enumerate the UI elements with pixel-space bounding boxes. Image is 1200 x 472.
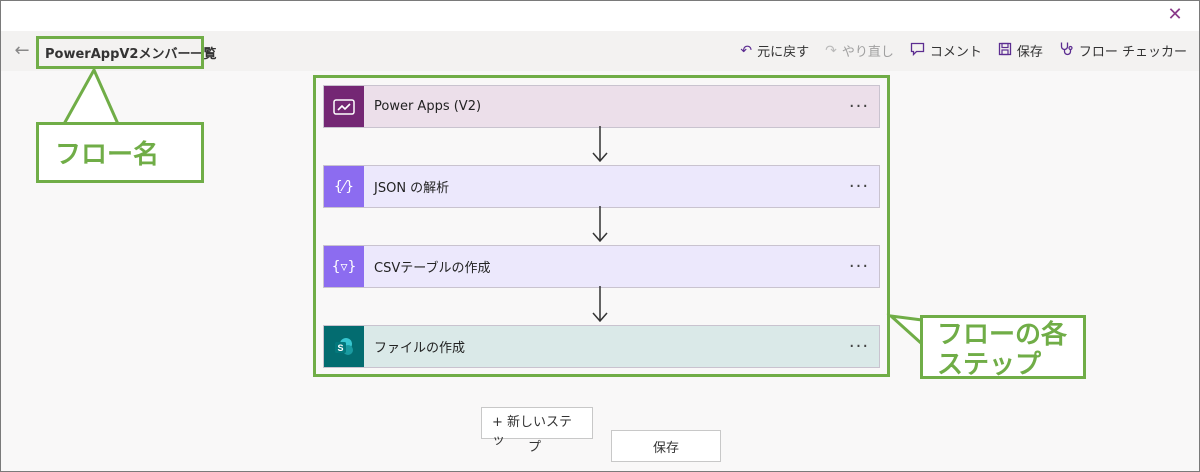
flow-checker-button[interactable]: フロー チェッカー <box>1059 41 1187 60</box>
redo-label: やり直し <box>841 45 894 60</box>
flow-name-callout: フロー名 <box>36 122 204 183</box>
steps-callout: フローの各 ステップ <box>920 315 1086 380</box>
new-step-button[interactable]: + 新しいステッ <box>481 407 593 448</box>
close-icon[interactable]: ✕ <box>1165 5 1185 25</box>
undo-icon: ↶ <box>740 42 753 59</box>
flow-name-highlight <box>36 36 204 69</box>
command-group: ↶ 元に戻す ↷ やり直し コメント 保存 フロー チェッカー <box>740 41 1187 60</box>
steps-highlight <box>313 75 890 377</box>
save-icon <box>998 42 1012 60</box>
title-bar: ✕ <box>1 1 1199 31</box>
save-button[interactable]: 保存 <box>611 430 721 462</box>
save-command-label: 保存 <box>1016 45 1043 60</box>
back-arrow-icon[interactable]: ← <box>11 40 33 62</box>
flow-name-callout-text: フロー名 <box>55 140 160 170</box>
steps-callout-line2: ステップ <box>937 350 1042 380</box>
stethoscope-icon <box>1059 41 1074 60</box>
redo-button[interactable]: ↷ やり直し <box>825 41 894 61</box>
comment-button[interactable]: コメント <box>910 41 982 60</box>
undo-label: 元に戻す <box>757 45 810 60</box>
undo-button[interactable]: ↶ 元に戻す <box>740 41 810 61</box>
redo-icon: ↷ <box>825 42 837 59</box>
comment-icon <box>910 42 925 60</box>
new-step-overflow-text: プ <box>528 440 542 455</box>
save-command-button[interactable]: 保存 <box>998 41 1043 60</box>
flow-checker-label: フロー チェッカー <box>1078 45 1187 60</box>
steps-callout-line1: フローの各 <box>937 320 1068 350</box>
comment-label: コメント <box>929 45 982 60</box>
